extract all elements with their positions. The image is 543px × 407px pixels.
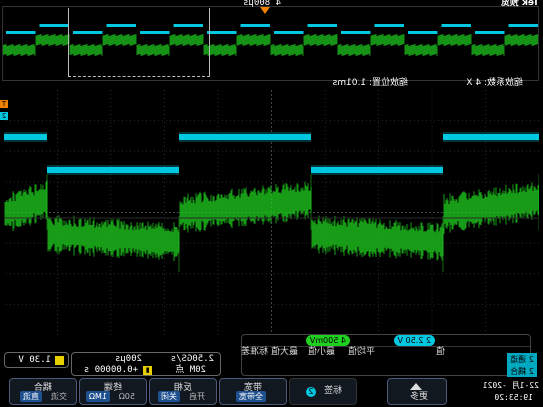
ch2-trace-glow [311, 165, 443, 175]
ch4-scale: 500mV [309, 336, 339, 345]
ov-ch2-hi [441, 24, 471, 27]
term-50-chip[interactable]: 50Ω [116, 391, 138, 402]
more-softkey[interactable]: 更多 [387, 378, 447, 405]
ov-ch2-hi [508, 24, 538, 27]
ov-ch2-lo [274, 31, 304, 34]
ch2-scale: 2.50 V [397, 336, 424, 345]
ov-ch2-lo [341, 31, 371, 34]
trigger-pos-marker-icon[interactable] [260, 7, 270, 14]
meas-header-min: 最小值 [307, 347, 335, 357]
main-waveforms [4, 90, 539, 335]
menu-termination[interactable]: 终端 1MΩ 50Ω [79, 378, 147, 405]
ch2-trace-glow [4, 132, 47, 142]
ov-ch2-lo [6, 31, 36, 34]
trigger-source-icon: ▮ [143, 366, 152, 375]
date-label: 22-1月 -2021 [482, 381, 539, 390]
ch2-level-marker[interactable]: 2 [0, 112, 8, 120]
ov-ch2-lo [207, 31, 237, 34]
more-label: 更多 [409, 392, 428, 402]
ch2-trace-glow [443, 132, 539, 142]
meas-header-std: 标准差 [240, 347, 268, 357]
ch1-flag-icon [55, 356, 64, 365]
invert-on-chip[interactable]: 开启 [186, 391, 208, 402]
meas-ch-row: 4 500mV 2 2.50 V [240, 335, 530, 347]
arrow-up-icon [410, 383, 422, 390]
ch2-trace-glow [179, 132, 311, 142]
ov-ch2-hi [374, 24, 404, 27]
invert-off-chip[interactable]: 关闭 [158, 391, 180, 402]
ch2-flag: 2 [425, 336, 431, 345]
ov-ch2-lo [475, 31, 505, 34]
meas-header-mean: 平均值 [347, 347, 375, 357]
ov-ch2-hi [240, 24, 270, 27]
coupling-dc-chip[interactable]: 直流 [20, 391, 42, 402]
meas-sub-value: 值 [435, 347, 445, 357]
zoom-header-bar [0, 80, 543, 88]
coupling-tab[interactable]: 2 耦合 [507, 367, 537, 377]
ch1-scale: 1.30 V [18, 355, 51, 365]
main-graticule [4, 90, 539, 335]
menu-bandwidth[interactable]: 带宽 全带宽 [219, 378, 287, 405]
meas-header-max: 最大值 [270, 347, 298, 357]
menu-label-num: 2 [306, 387, 316, 397]
scope-screen: Tek 预览 4 800µs 缩放系数: 4 X 缩放位置: 1.01ms 2 … [0, 0, 543, 407]
ov-ch2-lo [408, 31, 438, 34]
zoom-position-label: 缩放位置: 1.01ms [332, 78, 408, 88]
ch1-readout-box[interactable]: 1.30 V [4, 352, 69, 368]
ov-ch2-hi [39, 24, 69, 27]
zoom-box[interactable] [68, 8, 210, 77]
measurement-table: 4 500mV 2 2.50 V 平均值 最小值 最大值 标准差 值 [240, 334, 531, 376]
sample-rate: 2.50GS/s [170, 354, 214, 364]
ch2-scale-badge: 2 2.50 V [393, 335, 435, 346]
menu-label-text: 标签 [323, 386, 342, 396]
timebase: 200µs [114, 354, 142, 364]
term-1m-chip[interactable]: 1MΩ [85, 391, 110, 402]
trigger-position: +0.00000 s [83, 365, 138, 375]
menu-label[interactable]: 2 标签 [289, 378, 357, 405]
menu-invert[interactable]: 反相 关闭 开启 [149, 378, 217, 405]
trigger-level-marker[interactable]: T [0, 100, 8, 108]
horizontal-readout-box[interactable]: 200µs 2.50GS/s 20M 点 ▮ +0.00000 s [71, 352, 221, 376]
brand-label: Tek 预览 [500, 0, 539, 8]
channel-tab[interactable]: 2 通道 [507, 353, 537, 367]
menu-coupling[interactable]: 耦合 直流 交流 [9, 378, 77, 405]
coupling-ac-chip[interactable]: 交流 [48, 391, 70, 402]
ch4-scale-badge: 4 500mV [305, 335, 350, 346]
ov-ch2-hi [307, 24, 337, 27]
datetime-box: 22-1月 -2021 19:53:20 [483, 378, 539, 405]
record-length: 20M 点 [175, 365, 206, 375]
bandwidth-full-chip[interactable]: 全带宽 [236, 391, 266, 402]
ch2-trace-glow [47, 165, 179, 175]
time-label: 19:53:20 [494, 393, 533, 402]
ch4-flag: 4 [340, 336, 346, 345]
zoom-factor-label: 缩放系数: 4 X [466, 78, 523, 88]
